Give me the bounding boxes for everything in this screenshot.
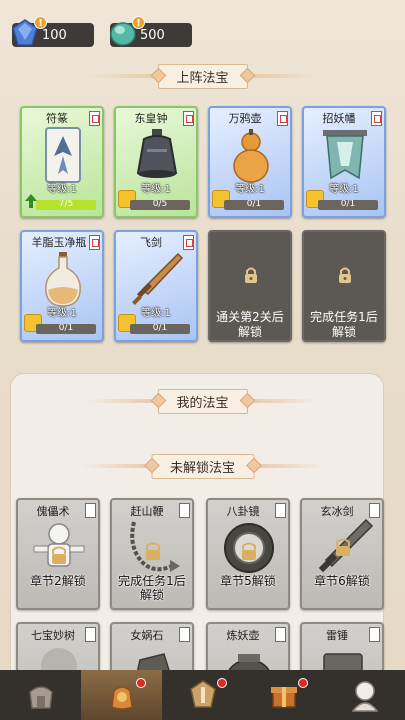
card-progress-bar: 7/5: [36, 200, 96, 210]
card-name: 符篆: [46, 112, 68, 125]
card-progress-bar: 0/1: [36, 324, 96, 334]
unowned-card-kuileishu[interactable]: 傀儡术 章节2解锁: [16, 498, 100, 610]
nav-battle-badge: [217, 678, 227, 688]
card-name: 万鸦壶: [228, 112, 262, 125]
card-tag-icon: [371, 111, 382, 126]
locked-slot-1[interactable]: 通关第2关后解锁: [208, 230, 292, 342]
treasure-card-wanyahu[interactable]: 万鸦壶 等级:1 0/1: [208, 106, 292, 218]
mirror-icon: [224, 523, 274, 573]
treasure-card-yangzhiyujingping[interactable]: 羊脂玉净瓶 等级:1 0/1: [20, 230, 104, 342]
shop-icon: [28, 686, 53, 709]
unlock-requirement: 章节6解锁: [314, 574, 370, 588]
gift-icon: [270, 687, 297, 708]
gourd-icon: [222, 126, 280, 184]
section-equipped-header: 上阵法宝: [87, 63, 318, 89]
talisman-icon: [34, 126, 92, 184]
locked-slot-text: 完成任务1后解锁: [310, 310, 378, 339]
card-name: 东皇钟: [134, 112, 168, 125]
nav-gift-badge: [298, 678, 308, 688]
resource-jade-badge: !: [132, 16, 145, 29]
sword-icon: [128, 250, 186, 308]
padlock-icon: [339, 267, 351, 283]
resource-crystal[interactable]: 100 !: [12, 16, 94, 48]
treasure-card-feijian[interactable]: 飞剑 等级:1 0/1: [114, 230, 198, 342]
nav-gift[interactable]: [243, 670, 324, 720]
section-equipped-title: 上阵法宝: [157, 63, 248, 89]
whip-icon: [130, 521, 180, 572]
bell-icon: [128, 126, 186, 184]
resource-jade-value: 500: [140, 27, 165, 43]
battle-icon: [189, 680, 216, 708]
card-progress-bar: 0/1: [318, 200, 378, 210]
bottom-nav: [0, 670, 405, 720]
treasure-icon: [110, 686, 133, 710]
nav-treasure-badge: [136, 678, 146, 688]
card-tag-icon: [89, 235, 100, 250]
resource-crystal-value: 100: [42, 27, 67, 43]
puppet-icon: [33, 523, 85, 567]
treasure-card-zhaoyaofan[interactable]: 招妖幡 等级:1 0/1: [302, 106, 386, 218]
padlock-icon: [245, 267, 257, 283]
card-name: 飞剑: [140, 236, 162, 249]
unlock-requirement: 章节2解锁: [30, 574, 86, 588]
resource-jade[interactable]: 500 !: [110, 16, 192, 48]
treasure-card-donghuangzhong[interactable]: 东皇钟 等级:1 0/5: [114, 106, 198, 218]
card-progress-text: 0/1: [246, 200, 262, 209]
section-mine-header: 我的法宝: [87, 388, 318, 414]
locked-slot-text: 通关第2关后解锁: [216, 310, 284, 339]
card-tag-icon: [89, 111, 100, 126]
unowned-card-ganshanbian[interactable]: 赶山鞭 完成任务1后解锁: [110, 498, 194, 610]
locked-slot-2[interactable]: 完成任务1后解锁: [302, 230, 386, 342]
ice-sword-icon: [318, 518, 374, 573]
card-tag-icon: [183, 111, 194, 126]
treasure-card-fuzhuan[interactable]: 符篆 等级:1 7/5: [20, 106, 104, 218]
card-progress-bar: 0/5: [130, 200, 190, 210]
unowned-card-xuanbingjian[interactable]: 玄冰剑 章节6解锁: [300, 498, 384, 610]
card-progress-bar: 0/1: [224, 200, 284, 210]
character-icon: [350, 681, 379, 712]
section-unlocked-header: 未解锁法宝: [80, 453, 325, 479]
card-progress-text: 0/1: [340, 200, 356, 209]
card-level: 等级:1: [47, 184, 77, 195]
unlock-requirement: 完成任务1后解锁: [118, 574, 186, 602]
card-progress-text: 0/5: [152, 200, 168, 209]
card-tag-icon: [277, 111, 288, 126]
nav-shop[interactable]: [0, 670, 81, 720]
unowned-card-baguajing[interactable]: 八卦镜 章节5解锁: [206, 498, 290, 610]
card-progress-bar: 0/1: [130, 324, 190, 334]
nav-character[interactable]: [324, 670, 405, 720]
nav-battle[interactable]: [162, 670, 243, 720]
unlock-requirement: 章节5解锁: [220, 574, 276, 588]
vase-icon: [34, 250, 92, 308]
section-mine-title: 我的法宝: [157, 388, 248, 414]
card-tag-icon: [183, 235, 194, 250]
card-name: 招妖幡: [322, 112, 356, 125]
section-unlocked-title: 未解锁法宝: [150, 453, 255, 479]
resource-crystal-badge: !: [34, 16, 47, 29]
card-progress-text: 0/1: [152, 324, 168, 333]
card-progress-text: 0/1: [58, 324, 74, 333]
nav-treasure[interactable]: [81, 670, 162, 720]
banner-icon: [316, 126, 374, 184]
card-name: 羊脂玉净瓶: [31, 236, 87, 249]
card-progress-text: 7/5: [58, 200, 74, 209]
